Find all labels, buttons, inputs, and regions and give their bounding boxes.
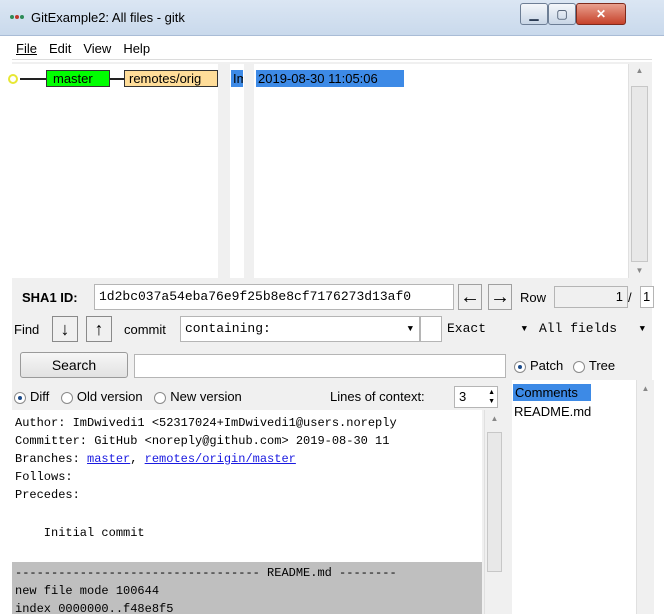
menu-file[interactable]: File — [16, 41, 37, 56]
selected-commit-date[interactable]: 2019-08-30 11:05:06 — [256, 70, 404, 87]
branch-separator: , — [130, 452, 145, 466]
minimize-icon: ▁ — [529, 7, 539, 21]
file-item-readme[interactable]: README.md — [514, 404, 591, 419]
file-item-comments[interactable]: Comments — [513, 384, 591, 401]
spinner-arrows-icon[interactable]: ▲ ▼ — [488, 388, 495, 406]
branch-link-remote[interactable]: remotes/origin/master — [145, 452, 296, 466]
search-button[interactable]: Search — [20, 352, 128, 378]
diff-label: Diff — [30, 389, 50, 404]
tree-label: Tree — [588, 358, 616, 373]
diff-precedes-line: Precedes: — [15, 488, 80, 502]
arrow-left-icon: ← — [460, 285, 480, 308]
sha1-input[interactable]: 1d2bc037a54eba76e9f25b8e8cf7176273d13af0 — [94, 284, 454, 310]
branch-link-master[interactable]: master — [87, 452, 130, 466]
scroll-up-icon[interactable]: ▲ — [637, 384, 654, 393]
diff-file-header-line: ---------------------------------- READM… — [15, 566, 397, 580]
close-icon: ✕ — [595, 7, 607, 21]
find-label: Find — [14, 322, 40, 337]
old-version-label: Old version — [76, 389, 143, 404]
menu-help[interactable]: Help — [123, 41, 150, 56]
diff-scrollbar[interactable]: ▲ — [484, 410, 504, 614]
row-separator: / — [628, 290, 632, 305]
old-version-radio[interactable] — [60, 391, 73, 404]
menu-bar: File Edit View Help — [12, 38, 652, 60]
diff-follows-line: Follows: — [15, 470, 73, 484]
forward-button[interactable]: → — [488, 284, 512, 310]
diff-message-line: Initial commit — [15, 526, 145, 540]
find-match-dropdown[interactable]: Exact ▼ — [442, 316, 534, 342]
find-prev-button[interactable]: ↑ — [86, 316, 112, 342]
back-button[interactable]: ← — [458, 284, 482, 310]
diff-file-mode-line: new file mode 100644 — [15, 584, 160, 598]
menu-view[interactable]: View — [83, 41, 111, 56]
commit-author-pane[interactable] — [230, 64, 244, 278]
row-number: 1 — [554, 286, 628, 308]
patch-tree-toggle: Patch Tree — [514, 358, 615, 373]
row-label: Row — [520, 290, 547, 305]
file-list-scrollbar[interactable]: ▲ — [636, 380, 654, 614]
menu-edit[interactable]: Edit — [49, 41, 71, 56]
context-lines-spinbox[interactable]: 3 ▲ ▼ — [454, 386, 498, 408]
find-fields-value: All fields — [539, 321, 618, 336]
tag-connector — [110, 78, 124, 80]
row-total: 1 — [640, 286, 654, 308]
branch-tag-remote[interactable]: remotes/orig — [124, 70, 218, 87]
find-type-value: containing: — [185, 321, 271, 336]
sha1-label: SHA1 ID: — [22, 290, 78, 305]
gitk-app-icon — [10, 12, 24, 22]
arrow-up-icon: ↑ — [94, 318, 104, 339]
scroll-up-icon[interactable]: ▲ — [629, 66, 650, 75]
scroll-thumb[interactable] — [487, 432, 502, 572]
diff-branches-line: Branches: master, remotes/origin/master — [15, 452, 296, 466]
diff-author-line: Author: ImDwivedi1 <52317024+ImDwivedi1@… — [15, 416, 397, 430]
patch-radio[interactable] — [514, 360, 526, 373]
context-lines-value: 3 — [459, 389, 467, 404]
find-pattern-input[interactable] — [420, 316, 442, 342]
new-version-radio[interactable] — [154, 391, 167, 404]
new-version-label: New version — [170, 389, 242, 404]
scroll-down-icon[interactable]: ▼ — [629, 266, 650, 275]
branch-tag-master[interactable]: master — [46, 70, 110, 87]
chevron-down-icon: ▼ — [521, 324, 527, 334]
graph-connector — [20, 78, 46, 80]
maximize-button[interactable]: ▢ — [548, 3, 576, 25]
minimize-button[interactable]: ▁ — [520, 3, 548, 25]
scroll-thumb[interactable] — [631, 86, 648, 262]
diff-radio[interactable] — [14, 391, 26, 404]
search-input[interactable] — [134, 354, 506, 378]
chevron-down-icon: ▼ — [407, 324, 413, 334]
find-fields-dropdown[interactable]: All fields ▼ — [534, 316, 652, 342]
title-bar: GitExample2: All files - gitk ▁ ▢ ✕ — [0, 0, 664, 36]
tree-radio[interactable] — [572, 360, 585, 373]
chevron-down-icon: ▼ — [639, 324, 645, 334]
commit-node — [8, 74, 18, 84]
context-lines-label: Lines of context: — [330, 389, 425, 404]
arrow-down-icon: ↓ — [60, 318, 70, 339]
window-title: GitExample2: All files - gitk — [31, 10, 185, 25]
maximize-icon: ▢ — [556, 7, 568, 21]
scroll-up-icon[interactable]: ▲ — [485, 414, 504, 423]
diff-committer-line: Committer: GitHub <noreply@github.com> 2… — [15, 434, 390, 448]
branches-prefix: Branches: — [15, 452, 88, 466]
arrow-right-icon: → — [490, 285, 510, 308]
commit-list-scrollbar[interactable]: ▲ ▼ — [628, 64, 650, 278]
selected-commit-author[interactable]: Im — [231, 70, 243, 87]
close-button[interactable]: ✕ — [576, 3, 626, 25]
commit-graph-pane[interactable] — [12, 64, 218, 278]
patch-label: Patch — [530, 358, 564, 373]
diff-view-options: Diff Old version New version — [14, 389, 242, 404]
find-type-dropdown[interactable]: containing: ▼ — [180, 316, 420, 342]
commit-date-pane[interactable] — [254, 64, 628, 278]
find-next-button[interactable]: ↓ — [52, 316, 78, 342]
find-match-value: Exact — [447, 321, 487, 336]
find-commit-label: commit — [124, 322, 166, 337]
